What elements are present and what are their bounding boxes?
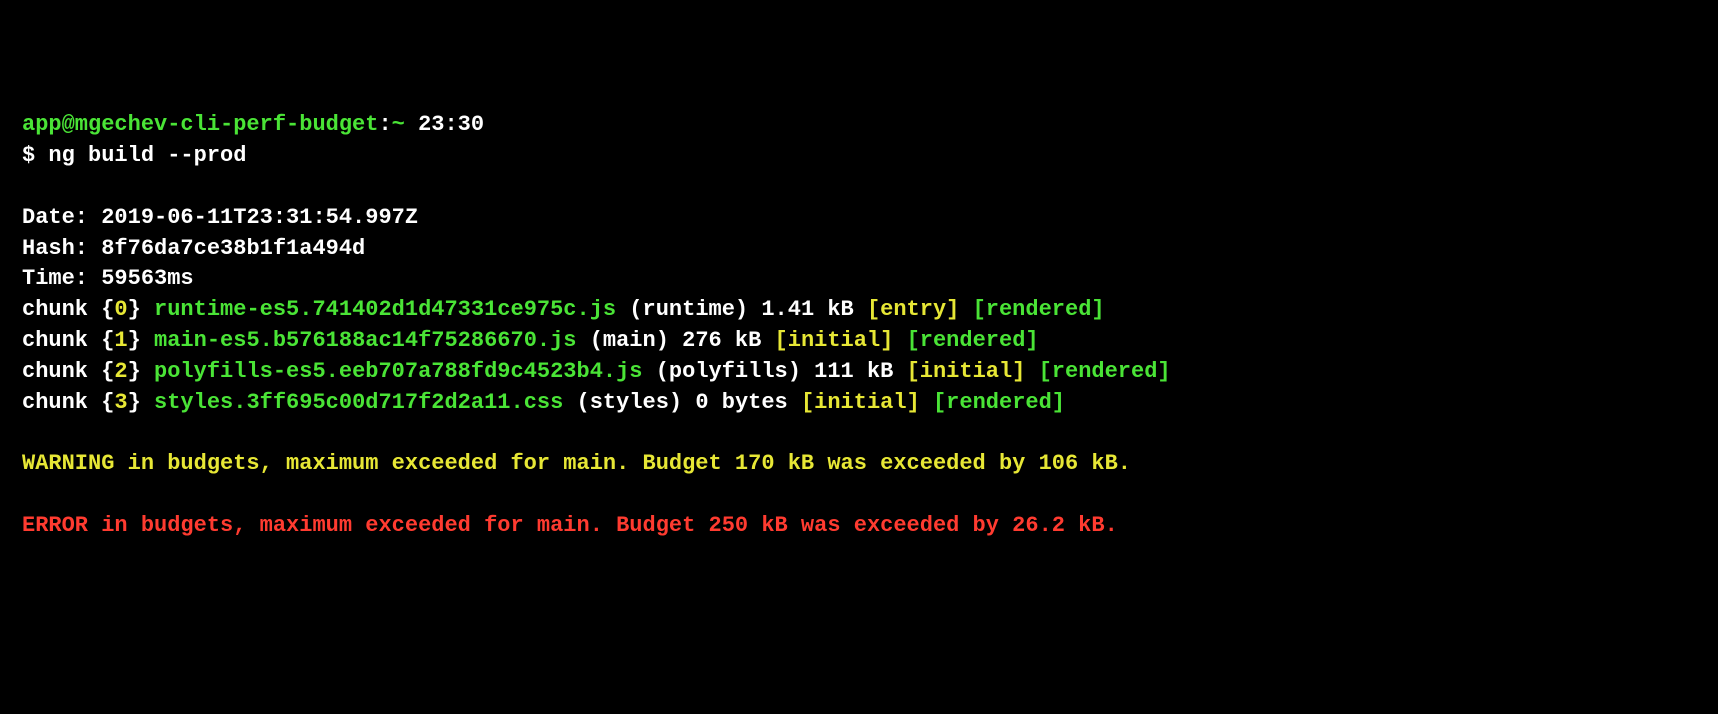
chunk-tag1: [initial] [907, 359, 1026, 384]
prompt-line: app@mgechev-cli-perf-budget:~ 23:30 [22, 110, 1696, 141]
chunk-file: polyfills-es5.eeb707a788fd9c4523b4.js [154, 359, 642, 384]
chunk-name: (polyfills) 111 kB [643, 359, 907, 384]
hash-label: Hash: [22, 236, 101, 261]
date-label: Date: [22, 205, 101, 230]
date-value: 2019-06-11T23:31:54.997Z [101, 205, 418, 230]
chunk-tag2: [rendered] [907, 328, 1039, 353]
error-line: ERROR in budgets, maximum exceeded for m… [22, 511, 1696, 542]
chunk-tag2: [rendered] [933, 390, 1065, 415]
chunk-line: chunk {0} runtime-es5.741402d1d47331ce97… [22, 295, 1696, 326]
chunk-file: styles.3ff695c00d717f2d2a11.css [154, 390, 563, 415]
prompt-user-host: app@mgechev-cli-perf-budget [22, 112, 378, 137]
chunk-space [1025, 359, 1038, 384]
chunk-tag2: [rendered] [973, 297, 1105, 322]
command-line[interactable]: $ ng build --prod [22, 141, 1696, 172]
warning-line: WARNING in budgets, maximum exceeded for… [22, 449, 1696, 480]
chunk-close: } [128, 359, 154, 384]
prompt-colon: : [378, 112, 391, 137]
blank-line [22, 480, 1696, 511]
date-line: Date: 2019-06-11T23:31:54.997Z [22, 203, 1696, 234]
chunk-close: } [128, 297, 154, 322]
chunk-prefix: chunk { [22, 390, 114, 415]
chunk-tag1: [initial] [775, 328, 894, 353]
time-label: Time: [22, 266, 101, 291]
chunk-line: chunk {2} polyfills-es5.eeb707a788fd9c45… [22, 357, 1696, 388]
chunk-space [893, 328, 906, 353]
chunk-id: 0 [114, 297, 127, 322]
chunk-tag1: [initial] [801, 390, 920, 415]
chunk-id: 2 [114, 359, 127, 384]
hash-line: Hash: 8f76da7ce38b1f1a494d [22, 234, 1696, 265]
time-value: 59563ms [101, 266, 193, 291]
chunk-name: (styles) 0 bytes [563, 390, 801, 415]
chunk-space [959, 297, 972, 322]
chunk-prefix: chunk { [22, 359, 114, 384]
blank-line [22, 418, 1696, 449]
chunk-space [920, 390, 933, 415]
chunk-file: runtime-es5.741402d1d47331ce975c.js [154, 297, 616, 322]
prompt-symbol: $ [22, 143, 48, 168]
chunk-close: } [128, 328, 154, 353]
hash-value: 8f76da7ce38b1f1a494d [101, 236, 365, 261]
time-line: Time: 59563ms [22, 264, 1696, 295]
chunk-line: chunk {1} main-es5.b576188ac14f75286670.… [22, 326, 1696, 357]
chunk-prefix: chunk { [22, 297, 114, 322]
prompt-tilde: ~ [392, 112, 405, 137]
command-text: ng build --prod [48, 143, 246, 168]
chunk-file: main-es5.b576188ac14f75286670.js [154, 328, 576, 353]
chunk-close: } [128, 390, 154, 415]
chunk-tag2: [rendered] [1039, 359, 1171, 384]
blank-line [22, 172, 1696, 203]
prompt-time: 23:30 [405, 112, 484, 137]
chunk-tag1: [entry] [867, 297, 959, 322]
chunk-id: 1 [114, 328, 127, 353]
chunk-name: (main) 276 kB [577, 328, 775, 353]
chunk-name: (runtime) 1.41 kB [616, 297, 867, 322]
chunk-prefix: chunk { [22, 328, 114, 353]
chunk-id: 3 [114, 390, 127, 415]
chunk-line: chunk {3} styles.3ff695c00d717f2d2a11.cs… [22, 388, 1696, 419]
